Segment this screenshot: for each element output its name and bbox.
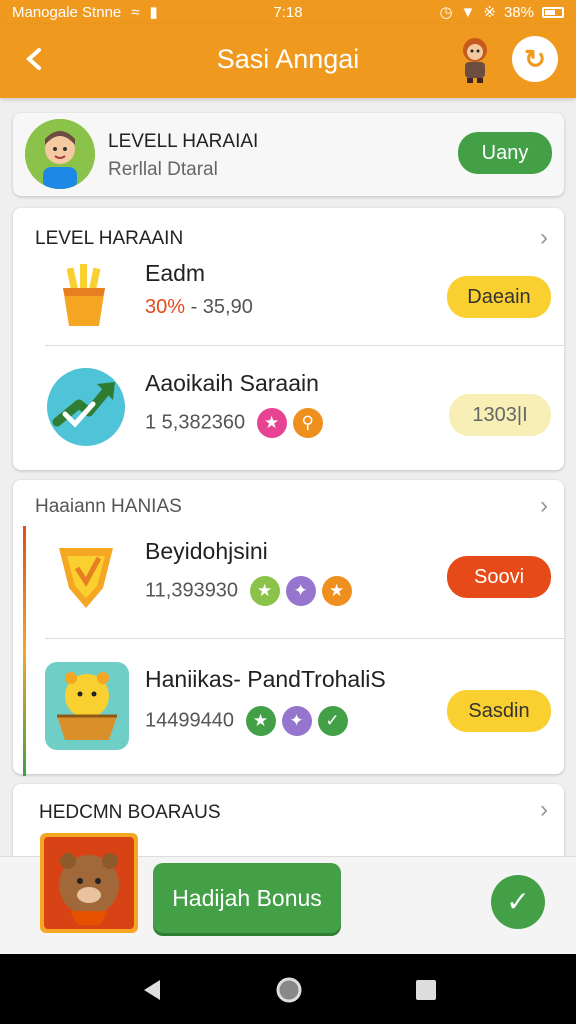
clock: 7:18 <box>273 3 303 21</box>
star-badge-icon: ★ <box>256 408 287 438</box>
mascot-icon <box>463 38 487 83</box>
item-meta: 30% - 35,90 <box>145 296 253 319</box>
shield-icon <box>59 548 113 608</box>
item-meta-rest: 1 5,382360 <box>145 411 246 434</box>
item-meta: 1 5,382360 ★ ⚲ <box>145 408 323 438</box>
chevron-right-icon[interactable]: › <box>540 224 548 252</box>
item-title: Eadm <box>145 260 206 286</box>
puzzle-badge-icon: ✦ <box>281 706 312 736</box>
star-badge-icon: ★ <box>245 706 276 736</box>
status-bar: Manogale Stnne ≈ ▮ 7:18 ◷ ▼ ※ 38% <box>0 0 576 24</box>
signal-icon: ▼ <box>460 3 476 21</box>
wifi-icon: ≈ <box>131 3 140 21</box>
bottom-panel: Hadijah Bonus ✓ <box>0 833 576 954</box>
fries-icon <box>63 264 105 326</box>
check-badge-icon: ✓ <box>317 706 348 736</box>
item-title: Haniikas- PandTrohaliS <box>145 666 386 692</box>
item-meta: 11,393930 ★ ✦ ★ <box>145 576 352 606</box>
profile-name: LEVELL HARAIAI <box>108 131 259 152</box>
bonus-button[interactable]: Hadijah Bonus <box>153 863 341 933</box>
battery-icon <box>542 6 564 18</box>
star-badge-icon: ★ <box>249 576 280 606</box>
check-icon: ✓ <box>506 886 530 917</box>
item-action-button[interactable]: Daeain <box>447 276 551 318</box>
item-action-button[interactable]: Sasdin <box>447 690 551 732</box>
refresh-icon: ↻ <box>524 44 546 74</box>
item-action-button[interactable]: Soovi <box>447 556 551 598</box>
section-header: HEDCMN BOARAUS <box>39 802 221 823</box>
profile-card: LEVELL HARAIAI Rerllal Dtaral Uany <box>13 113 564 196</box>
item-percent: 30% <box>145 296 186 318</box>
nav-recents-icon[interactable] <box>412 976 440 1004</box>
nav-home-icon[interactable] <box>275 976 303 1004</box>
chevron-right-icon[interactable]: › <box>540 796 548 824</box>
item-action-button[interactable]: 1303|I <box>449 394 551 436</box>
system-nav-bar <box>0 954 576 1024</box>
nav-back-icon[interactable] <box>138 976 166 1004</box>
growth-check-icon <box>47 368 125 446</box>
battery-percent: 38% <box>503 3 534 21</box>
bear-basket-icon <box>45 662 129 750</box>
item-meta: 14499440 ★ ✦ ✓ <box>145 706 348 736</box>
profile-subtitle: Rerllal Dtaral <box>108 159 218 180</box>
section-header: LEVEL HARAAIN <box>35 228 184 249</box>
divider <box>45 345 564 346</box>
profile-action-button[interactable]: Uany <box>458 132 552 174</box>
alarm-icon: ◷ <box>439 4 453 21</box>
list-item[interactable]: Eadm 30% - 35,90 Daeain <box>13 256 564 346</box>
item-meta-rest: 11,393930 <box>145 579 239 602</box>
avatar <box>25 119 95 189</box>
app-bar: Sasi Anngai ↻ <box>0 24 576 98</box>
divider <box>45 638 564 639</box>
chevron-right-icon[interactable]: › <box>540 492 548 520</box>
bluetooth-icon: ※ <box>483 4 496 21</box>
confirm-button[interactable]: ✓ <box>491 875 545 929</box>
star-badge-icon: ★ <box>321 576 352 606</box>
trophy-badge-icon: ⚲ <box>292 408 323 438</box>
sim-icon: ▮ <box>149 4 158 21</box>
puzzle-badge-icon: ✦ <box>285 576 316 606</box>
item-meta-rest: 14499440 <box>145 709 234 732</box>
list-item[interactable]: Aaoikaih Saraain 1 5,382360 ★ ⚲ 1303|I <box>13 348 564 468</box>
item-title: Aaoikaih Saraain <box>145 370 319 396</box>
section-header: Haaiann HANIAS <box>35 496 182 517</box>
beaver-icon <box>40 833 138 933</box>
item-title: Beyidohjsini <box>145 538 268 564</box>
section-card-hanias: Haaiann HANIAS › Beyidohjsini 11,393930 … <box>13 480 564 776</box>
item-meta-rest: - 35,90 <box>185 296 253 318</box>
list-item[interactable]: Haniikas- PandTrohaliS 14499440 ★ ✦ ✓ Sasd… <box>13 640 564 772</box>
carrier-text: Manogale Stnne <box>12 3 122 21</box>
refresh-button[interactable]: ↻ <box>512 36 558 82</box>
section-card-level: LEVEL HARAAIN › Eadm 30% - 35,90 Daeain … <box>13 208 564 470</box>
list-item[interactable]: Beyidohjsini 11,393930 ★ ✦ ★ Soovi <box>13 528 564 640</box>
